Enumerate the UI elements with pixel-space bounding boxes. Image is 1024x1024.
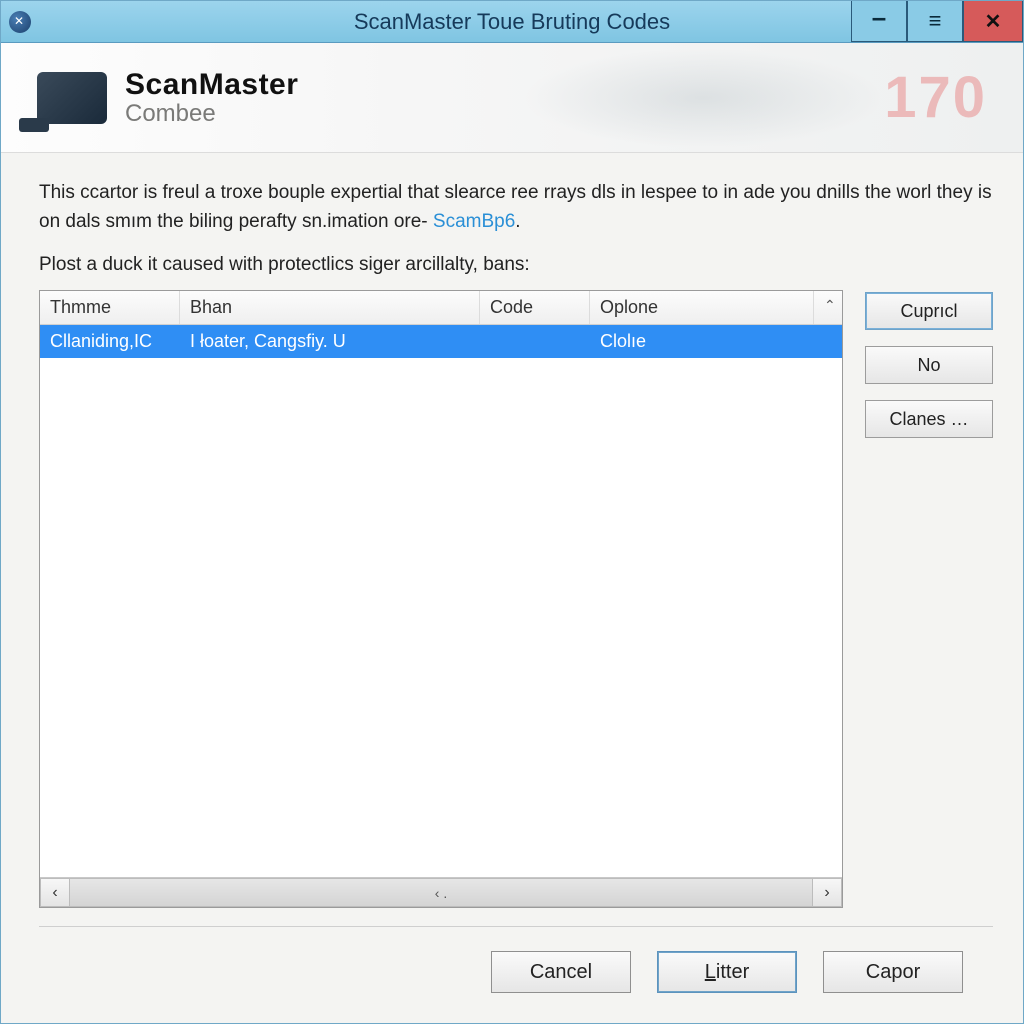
logo-text: ScanMaster Combee [125, 69, 298, 126]
litter-button[interactable]: Litter [657, 951, 797, 993]
scroll-track[interactable]: ‹ . [70, 878, 812, 907]
window-controls: – ≡ ✕ [851, 1, 1023, 42]
scroll-right-button[interactable]: › [812, 878, 842, 907]
logo-block: ScanMaster Combee [37, 69, 298, 126]
app-window: ScanMaster Toue Bruting Codes – ≡ ✕ Scan… [0, 0, 1024, 1024]
cancel-button[interactable]: Cancel [491, 951, 631, 993]
table-body: Cllaniding,IC I łoater, Cangsfiy. U Clol… [40, 325, 842, 877]
scroll-up-button[interactable]: ⌃ [814, 291, 842, 324]
no-button[interactable]: No [865, 346, 993, 384]
table-header: Thmme Bhan Code Oplone ⌃ [40, 291, 842, 325]
cell-oplone: Clolıe [590, 325, 842, 358]
horizontal-scrollbar[interactable]: ‹ ‹ . › [40, 877, 842, 907]
minimize-button[interactable]: – [851, 1, 907, 42]
intro-text: This ccartor is freul a troxe bouple exp… [39, 179, 993, 236]
banner-artwork [523, 48, 883, 148]
table-row[interactable]: Cllaniding,IC I łoater, Cangsfiy. U Clol… [40, 325, 842, 358]
capor-button[interactable]: Capor [823, 951, 963, 993]
header-banner: ScanMaster Combee 170 [1, 43, 1023, 153]
maximize-button[interactable]: ≡ [907, 1, 963, 42]
side-buttons: Cuprıcl No Clanes … [865, 290, 993, 908]
close-button[interactable]: ✕ [963, 1, 1023, 42]
clanes-button[interactable]: Clanes … [865, 400, 993, 438]
cell-bhan: I łoater, Cangsfiy. U [180, 325, 480, 358]
col-header-oplone[interactable]: Oplone [590, 291, 814, 324]
sub-intro-text: Plost a duck it caused with protectlics … [39, 254, 993, 276]
logo-line1: ScanMaster [125, 69, 298, 101]
logo-icon [37, 72, 107, 124]
header-number: 170 [884, 64, 987, 131]
litter-rest: itter [716, 961, 749, 983]
app-icon [9, 11, 31, 33]
litter-accel: L [705, 961, 716, 983]
results-table: Thmme Bhan Code Oplone ⌃ Cllaniding,IC I… [39, 290, 843, 908]
intro-link[interactable]: ScamBp6 [433, 211, 515, 232]
col-header-code[interactable]: Code [480, 291, 590, 324]
intro-after: . [515, 211, 520, 232]
titlebar: ScanMaster Toue Bruting Codes – ≡ ✕ [1, 1, 1023, 43]
cell-thmme: Cllaniding,IC [40, 325, 180, 358]
scroll-left-button[interactable]: ‹ [40, 878, 70, 907]
col-header-bhan[interactable]: Bhan [180, 291, 480, 324]
main-row: Thmme Bhan Code Oplone ⌃ Cllaniding,IC I… [39, 290, 993, 908]
logo-line2: Combee [125, 101, 298, 126]
content-area: This ccartor is freul a troxe bouple exp… [1, 153, 1023, 1023]
col-header-thmme[interactable]: Thmme [40, 291, 180, 324]
footer-buttons: Cancel Litter Capor [39, 926, 993, 1023]
cell-code [480, 325, 590, 358]
cupricl-button[interactable]: Cuprıcl [865, 292, 993, 330]
